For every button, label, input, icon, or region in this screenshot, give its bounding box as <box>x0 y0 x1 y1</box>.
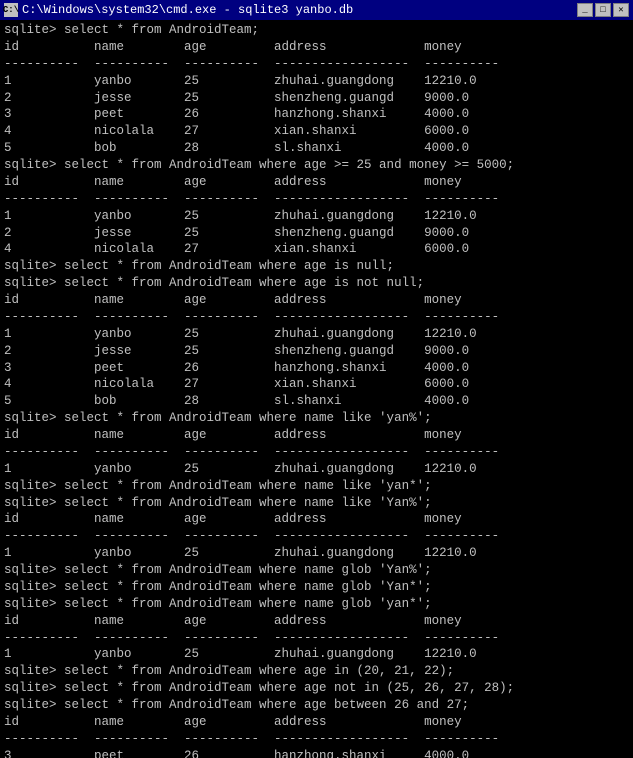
titlebar-left: C:\ C:\Windows\system32\cmd.exe - sqlite… <box>4 3 353 17</box>
titlebar-title: C:\Windows\system32\cmd.exe - sqlite3 ya… <box>22 3 353 17</box>
cmd-icon: C:\ <box>4 3 18 17</box>
titlebar: C:\ C:\Windows\system32\cmd.exe - sqlite… <box>0 0 633 20</box>
cmd-window: C:\ C:\Windows\system32\cmd.exe - sqlite… <box>0 0 633 758</box>
terminal-output[interactable]: sqlite> select * from AndroidTeam; id na… <box>0 20 633 758</box>
minimize-button[interactable]: _ <box>577 3 593 17</box>
titlebar-buttons[interactable]: _ □ ✕ <box>577 3 629 17</box>
maximize-button[interactable]: □ <box>595 3 611 17</box>
close-button[interactable]: ✕ <box>613 3 629 17</box>
